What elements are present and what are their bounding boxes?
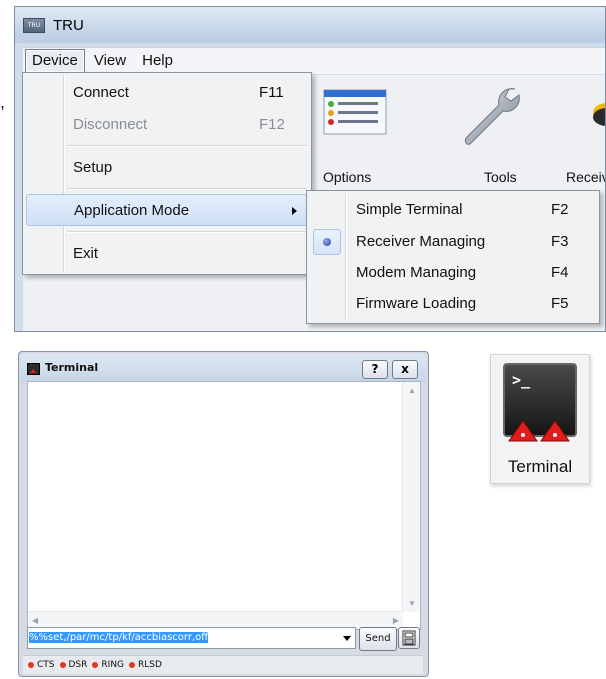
command-input[interactable]: %%set,/par/mc/tp/kf/accbiascorr,off (27, 627, 356, 649)
menu-separator (67, 231, 307, 233)
terminal-title: Terminal (45, 361, 99, 374)
close-button[interactable]: x (392, 360, 418, 379)
scroll-up-icon[interactable]: ▲ (408, 386, 416, 395)
status-ring: RING (101, 660, 125, 670)
chevron-down-icon[interactable] (343, 636, 351, 641)
submenu-item-firmware-loading[interactable]: Firmware Loading F5 (310, 289, 596, 319)
stray-comma: , (0, 92, 6, 112)
menu-separator (67, 145, 307, 147)
save-log-button[interactable] (398, 627, 420, 649)
tru-app-icon: TRU (23, 17, 45, 33)
status-dsr: DSR (68, 660, 88, 670)
menu-bar: Device View Help (23, 47, 605, 74)
scroll-right-icon[interactable]: ▶ (393, 616, 399, 625)
options-icon (323, 89, 387, 135)
terminal-window: Terminal ? x ▲ ▼ ◀ ▶ %%set,/par/mc/tp/kf… (18, 351, 429, 677)
terminal-app-icon (27, 363, 40, 375)
menu-item-label: Connect (73, 83, 129, 101)
send-button[interactable]: Send (359, 627, 397, 651)
toolbar-tools[interactable]: Tools (453, 85, 533, 189)
submenu-item-modem-managing[interactable]: Modem Managing F4 (310, 258, 596, 288)
menu-item-shortcut: F12 (259, 115, 285, 133)
menu-item-label: Setup (73, 158, 113, 176)
terminal-tile-label: Terminal (507, 457, 573, 476)
submenu-item-shortcut: F5 (551, 295, 569, 312)
menu-separator (67, 188, 307, 190)
save-icon (402, 630, 416, 646)
receiver-icon (593, 103, 605, 126)
wrench-icon (464, 88, 520, 145)
toolbar-options[interactable]: Options (323, 89, 387, 189)
submenu-item-simple-terminal[interactable]: Simple Terminal F2 (310, 195, 596, 225)
command-input-value: %%set,/par/mc/tp/kf/accbiascorr,off (29, 632, 209, 643)
submenu-item-label: Simple Terminal (356, 201, 463, 218)
menu-item-label: Exit (73, 244, 99, 262)
terminal-prompt: >_ (512, 371, 531, 389)
status-cts: CTS (37, 660, 55, 670)
command-row: %%set,/par/mc/tp/kf/accbiascorr,off Send (27, 627, 421, 653)
terminal-titlebar[interactable]: Terminal ? x (21, 354, 426, 382)
toolbar-options-label: Options (323, 169, 372, 185)
application-mode-submenu: Simple Terminal F2 Receiver Managing F3 … (306, 190, 600, 324)
submenu-item-shortcut: F4 (551, 264, 569, 281)
window-title: TRU (53, 16, 84, 34)
radio-selected-indicator (313, 229, 341, 255)
toolbar-tools-label: Tools (484, 169, 517, 185)
submenu-item-shortcut: F2 (551, 201, 569, 218)
menu-item-application-mode[interactable]: Application Mode (26, 194, 308, 226)
status-led-icon (92, 662, 99, 668)
status-led-icon (59, 662, 66, 668)
menu-item-shortcut: F11 (259, 83, 284, 101)
menu-item-exit[interactable]: Exit (26, 237, 308, 269)
menu-help[interactable]: Help (135, 49, 180, 73)
menu-item-setup[interactable]: Setup (26, 151, 308, 183)
menu-item-connect[interactable]: Connect F11 (26, 76, 308, 108)
status-led-icon (129, 662, 136, 668)
menu-item-label: Application Mode (74, 201, 190, 219)
submenu-arrow-icon (292, 207, 297, 215)
vertical-scrollbar[interactable]: ▲ ▼ (402, 382, 420, 612)
terminal-tile[interactable]: >_ Terminal (490, 354, 590, 484)
toolbar-receiver-label: Receiv (566, 169, 606, 185)
scroll-down-icon[interactable]: ▼ (408, 599, 416, 608)
menu-item-disconnect[interactable]: Disconnect F12 (26, 108, 308, 140)
radio-dot-icon (323, 238, 331, 246)
submenu-item-label: Receiver Managing (356, 233, 486, 250)
menu-device[interactable]: Device (25, 49, 85, 73)
terminal-tile-icon: >_ (503, 363, 577, 442)
toolbar-receiver[interactable]: Receiv (563, 85, 606, 189)
menu-view[interactable]: View (87, 49, 133, 73)
scroll-left-icon[interactable]: ◀ (32, 616, 38, 625)
submenu-item-receiver-managing[interactable]: Receiver Managing F3 (310, 227, 596, 257)
device-menu: Connect F11 Disconnect F12 Setup Applica… (22, 72, 312, 275)
menu-item-label: Disconnect (73, 115, 148, 133)
modem-status-bar: CTS DSR RING RLSD (23, 655, 423, 674)
status-rlsd: RLSD (138, 660, 162, 670)
submenu-item-label: Firmware Loading (356, 295, 477, 312)
tru-titlebar: TRU TRU (15, 7, 605, 43)
status-led-icon (28, 662, 34, 668)
submenu-item-shortcut: F3 (551, 233, 569, 250)
help-button[interactable]: ? (362, 360, 388, 379)
submenu-item-label: Modem Managing (356, 264, 477, 281)
terminal-output[interactable]: ▲ ▼ ◀ ▶ (27, 381, 421, 630)
